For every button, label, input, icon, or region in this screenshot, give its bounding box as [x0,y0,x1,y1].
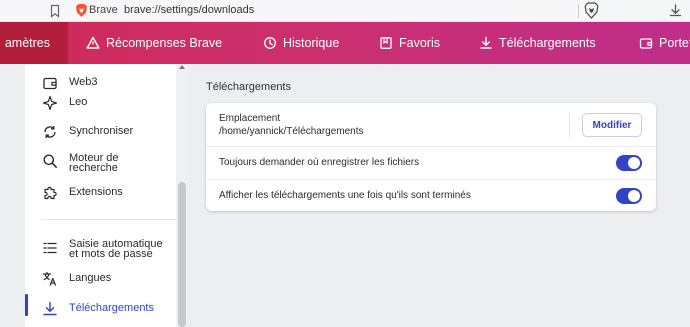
sidebar-item-moteur-de-recherche[interactable]: Moteur de recherche [25,151,188,174]
row-divider [206,179,656,180]
sidebar-item-label: Web3 [69,76,98,88]
scroll-up-arrow-icon[interactable] [179,65,185,69]
address-divider [578,4,579,18]
sidebar-item-label: Leo [69,96,88,108]
tab-favoris[interactable]: Favoris [379,22,440,64]
wallet-icon [639,38,653,49]
tab-portefeuille[interactable]: Portef [639,22,690,64]
tab-parametres[interactable]: amètres [0,22,68,64]
settings-tab-strip: amètres Récompenses Brave Historique Fav… [0,22,690,64]
sidebar-item-leo[interactable]: Leo [25,94,188,111]
history-icon [264,37,276,49]
location-label: Emplacement [219,113,281,124]
translate-icon [42,271,57,286]
downloads-settings-card: Emplacement /home/yannick/Téléchargement… [206,103,656,211]
download-icon [480,36,492,49]
sidebar-item-label-line2: recherche [69,162,118,174]
sidebar-scroll-thumb[interactable] [178,182,186,327]
brave-shields-icon[interactable] [584,2,599,19]
ask-save-location-label: Toujours demander où enregistrer les fic… [219,157,420,168]
tab-label: Portef [659,36,690,50]
tab-label: Favoris [399,36,440,50]
tab-recompenses-brave[interactable]: Récompenses Brave [86,22,222,64]
autofill-list-icon [43,242,57,254]
tab-label: Historique [283,36,340,50]
tab-telechargements[interactable]: Téléchargements [479,22,596,64]
wallet-icon [43,77,57,90]
tab-label: Téléchargements [499,36,596,50]
sidebar-item-langues[interactable]: Langues [25,270,188,286]
row-divider [206,146,656,147]
ask-save-location-toggle[interactable] [616,155,642,171]
sidebar-item-label-line2: et mots de passe [69,248,153,260]
show-downloads-when-done-label: Afficher les téléchargements une fois qu… [219,190,471,201]
sidebar-item-extensions[interactable]: Extensions [25,184,188,200]
rewards-triangle-icon [86,36,100,49]
download-icon[interactable] [668,3,683,18]
brave-logo-icon [76,4,87,17]
show-downloads-when-done-toggle[interactable] [616,188,642,204]
sidebar-item-label: Langues [69,272,112,284]
download-icon [43,301,57,316]
search-icon [43,154,57,168]
sidebar-divider [41,219,184,220]
sparkle-icon [42,95,58,111]
puzzle-icon [44,186,57,200]
location-path: /home/yannick/Téléchargements [219,126,364,137]
sidebar-item-telechargements[interactable]: Téléchargements [25,294,188,316]
tab-label: amètres [4,36,50,50]
tab-label: Récompenses Brave [106,36,223,50]
sidebar-item-label: Synchroniser [69,125,134,137]
url-text[interactable]: brave://settings/downloads [124,4,254,16]
sidebar-item-synchroniser[interactable]: Synchroniser [25,123,188,139]
address-bar: Brave brave://settings/downloads [0,0,690,22]
bookmarks-icon [380,37,392,49]
brave-label: Brave [89,4,118,16]
section-title: Téléchargements [206,81,291,93]
settings-sidebar: Web3 Leo Synchroniser Moteur de recherch… [25,64,188,327]
tab-historique[interactable]: Historique [263,22,339,64]
sidebar-item-web3[interactable]: Web3 [25,74,188,90]
sidebar-item-label: Téléchargements [69,302,154,314]
row-separator [569,113,570,137]
sidebar-item-saisie-automatique[interactable]: Saisie automatique et mots de passe [25,237,188,260]
modify-location-button[interactable]: Modifier [582,113,642,137]
sync-icon [44,126,56,138]
bookmark-icon[interactable] [48,4,62,18]
sidebar-item-label: Extensions [69,186,123,198]
